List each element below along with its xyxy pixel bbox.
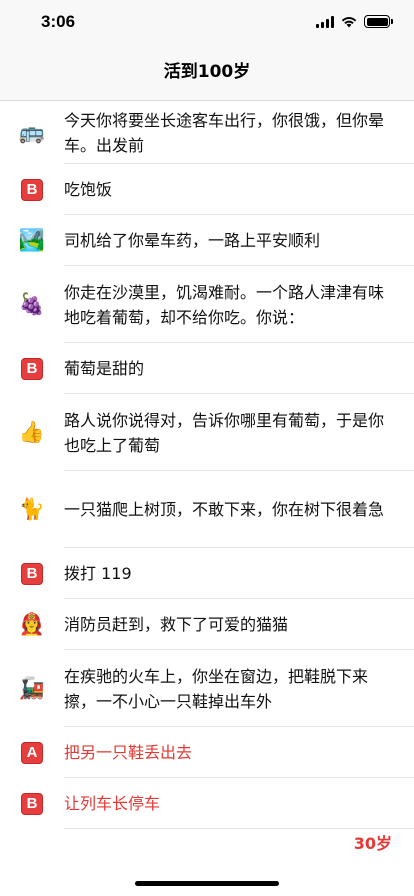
b-button-icon: B bbox=[21, 792, 43, 815]
b-button-icon: B bbox=[21, 562, 43, 585]
page-title: 活到100岁 bbox=[163, 62, 251, 82]
list-item-text: 在疾驰的火车上，你坐在窗边，把鞋脱下来擦，一不小心一只鞋掉出车外 bbox=[64, 666, 369, 711]
status-icons bbox=[316, 15, 393, 28]
list-item[interactable]: B 拨打 119 bbox=[0, 548, 414, 599]
list-item-text: 今天你将要坐长途客车出行，你很饿，但你晕车。出发前 bbox=[64, 110, 385, 155]
bus-icon: 🚌 bbox=[18, 120, 46, 144]
list-item-icon-cell: 🚌 bbox=[0, 122, 64, 143]
cellular-signal-icon bbox=[316, 15, 334, 28]
list-item[interactable]: 👍 路人说你说得对，告诉你哪里有葡萄，于是你也吃上了葡萄 bbox=[0, 394, 414, 471]
list-item-text: 拨打 119 bbox=[64, 564, 132, 583]
story-list[interactable]: 🚌 今天你将要坐长途客车出行，你很饿，但你晕车。出发前 B 吃饱饭 🏞️ 司机给了你晕车药… bbox=[0, 101, 414, 829]
list-item-text: 路人说你说得对，告诉你哪里有葡萄，于是你也吃上了葡萄 bbox=[64, 410, 385, 455]
list-item-text: 一只猫爬上树顶，不敢下来，你在树下很着急 bbox=[64, 500, 385, 519]
list-item-icon-cell: 👍 bbox=[0, 422, 64, 443]
landscape-icon: 🏞️ bbox=[18, 228, 46, 252]
app-screen: 3:06 活到100岁 🚌 今天你将要坐长途客车出行，你很饿，但你晕车。出发前 B 吃… bbox=[0, 0, 414, 896]
list-item[interactable]: 🏞️ 司机给了你晕车药，一路上平安顺利 bbox=[0, 215, 414, 266]
locomotive-icon: 🚂 bbox=[18, 676, 46, 700]
battery-icon bbox=[364, 15, 393, 28]
list-item[interactable]: B 葡萄是甜的 bbox=[0, 343, 414, 394]
list-item-text: 葡萄是甜的 bbox=[64, 359, 145, 378]
grapes-icon: 🍇 bbox=[18, 292, 46, 316]
list-item-icon-cell: 🏞️ bbox=[0, 230, 64, 251]
list-item[interactable]: B 吃饱饭 bbox=[0, 164, 414, 215]
list-item-icon-cell: 🍇 bbox=[0, 294, 64, 315]
home-indicator[interactable] bbox=[135, 881, 279, 886]
thumbs-up-icon: 👍 bbox=[18, 420, 46, 444]
row-divider bbox=[64, 828, 414, 829]
list-item-icon-cell: B bbox=[0, 562, 64, 585]
list-item[interactable]: 🐈 一只猫爬上树顶，不敢下来，你在树下很着急 bbox=[0, 471, 414, 548]
list-item[interactable]: 👩‍🚒 消防员赶到，救下了可爱的猫猫 bbox=[0, 599, 414, 650]
b-button-icon: B bbox=[21, 178, 43, 201]
top-bar: 3:06 活到100岁 bbox=[0, 0, 414, 101]
list-item-text: 吃饱饭 bbox=[64, 180, 113, 199]
b-button-icon: B bbox=[21, 357, 43, 380]
list-item-text: 把另一只鞋丢出去 bbox=[64, 743, 193, 762]
list-item-text: 你走在沙漠里，饥渴难耐。一个路人津津有味地吃着葡萄，却不给你吃。你说： bbox=[64, 282, 385, 327]
list-item-icon-cell: B bbox=[0, 357, 64, 380]
wifi-icon bbox=[341, 17, 357, 28]
firefighter-icon: 👩‍🚒 bbox=[18, 612, 46, 636]
list-item[interactable]: B 让列车长停车 bbox=[0, 778, 414, 829]
list-item-icon-cell: 🚂 bbox=[0, 678, 64, 699]
status-time: 3:06 bbox=[41, 12, 76, 31]
list-item-icon-cell: 👩‍🚒 bbox=[0, 614, 64, 635]
age-label: 30岁 bbox=[353, 834, 392, 853]
list-item-icon-cell: B bbox=[0, 792, 64, 815]
list-item[interactable]: 🚂 在疾驰的火车上，你坐在窗边，把鞋脱下来擦，一不小心一只鞋掉出车外 bbox=[0, 650, 414, 727]
list-item-text: 让列车长停车 bbox=[64, 794, 161, 813]
list-item-icon-cell: A bbox=[0, 741, 64, 764]
a-button-icon: A bbox=[21, 741, 43, 764]
list-item-icon-cell: 🐈 bbox=[0, 499, 64, 520]
list-item-text: 消防员赶到，救下了可爱的猫猫 bbox=[64, 615, 289, 634]
list-item[interactable]: 🍇 你走在沙漠里，饥渴难耐。一个路人津津有味地吃着葡萄，却不给你吃。你说： bbox=[0, 266, 414, 343]
list-item-icon-cell: B bbox=[0, 178, 64, 201]
cat-icon: 🐈 bbox=[18, 497, 46, 521]
list-item[interactable]: A 把另一只鞋丢出去 bbox=[0, 727, 414, 778]
list-item-text: 司机给了你晕车药，一路上平安顺利 bbox=[64, 231, 321, 250]
list-item[interactable]: 🚌 今天你将要坐长途客车出行，你很饿，但你晕车。出发前 bbox=[0, 101, 414, 164]
